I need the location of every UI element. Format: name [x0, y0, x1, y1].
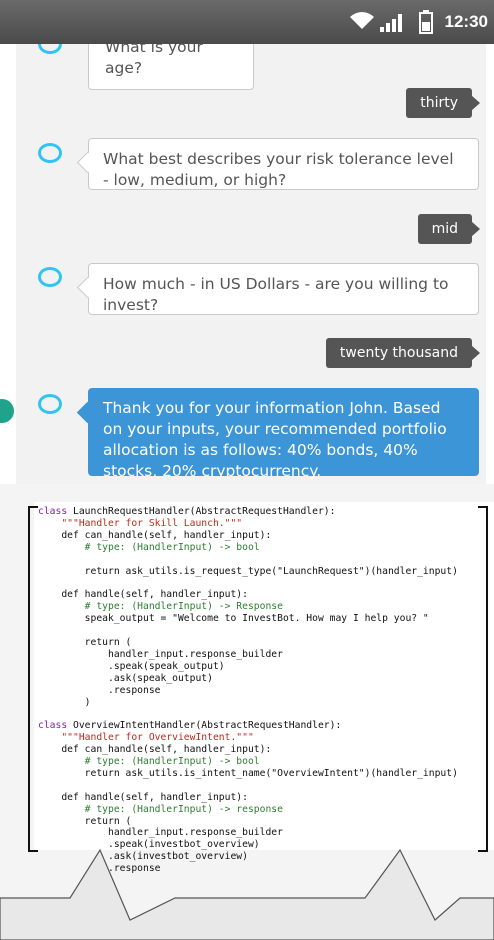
code-line: speak_output = "Welcome to InvestBot. Ho…: [38, 613, 429, 625]
left-bracket: [28, 506, 38, 852]
message-text: mid: [431, 221, 458, 237]
code-line: def handle(self, handler_input):: [38, 589, 248, 601]
code-line: # type: (HandlerInput) -> bool: [38, 541, 260, 553]
alexa-ring-icon: [38, 143, 62, 163]
code-line: handler_input.response_builder: [38, 648, 283, 660]
code-line: """Handler for Skill Launch.""": [38, 517, 243, 529]
code-line: class OverviewIntentHandler(AbstractRequ…: [38, 720, 342, 732]
alexa-message: What is your age?: [88, 44, 254, 90]
code-line: class LaunchRequestHandler(AbstractReque…: [38, 506, 336, 517]
alexa-ring-icon: [38, 44, 62, 54]
message-text: twenty thousand: [339, 345, 458, 361]
user-message: twenty thousand: [325, 338, 480, 368]
wifi-icon: [350, 12, 374, 29]
code-line: .response: [38, 684, 161, 696]
alexa-message-highlighted: Thank you for your information John. Bas…: [76, 388, 479, 480]
alexa-ring-icon: [38, 267, 62, 287]
code-line: .ask(speak_output): [38, 672, 213, 684]
clock-time: 12:30: [444, 12, 488, 31]
code-line: def can_handle(self, handler_input):: [38, 529, 272, 541]
alexa-message: What best describes your risk tolerance …: [76, 138, 479, 190]
code-line: """Handler for OverviewIntent.""": [38, 732, 254, 744]
code-panel: class LaunchRequestHandler(AbstractReque…: [34, 502, 494, 886]
message-text: What best describes your risk tolerance …: [103, 150, 454, 189]
signal-icon: [380, 14, 402, 32]
message-text: How much - in US Dollars - are you willi…: [103, 275, 449, 314]
conversation-view[interactable]: What is your age? thirty What best descr…: [0, 44, 494, 484]
message-text: Thank you for your information John. Bas…: [103, 399, 447, 480]
message-text: thirty: [420, 95, 458, 111]
code-line: def can_handle(self, handler_input):: [38, 744, 272, 756]
code-line: # type: (HandlerInput) -> bool: [38, 756, 260, 768]
status-bar: 12:30: [0, 0, 494, 44]
code-line: def handle(self, handler_input):: [38, 791, 248, 803]
code-line: ): [38, 696, 91, 708]
code-line: .speak(speak_output): [38, 660, 225, 672]
code-line: return (: [38, 636, 132, 648]
message-text: What is your age?: [105, 44, 203, 77]
code-line: # type: (HandlerInput) -> Response: [38, 601, 283, 613]
code-line: return ask_utils.is_request_type("Launch…: [38, 565, 458, 577]
battery-icon: [419, 10, 433, 34]
alexa-ring-icon: [38, 394, 62, 414]
code-line: return ask_utils.is_intent_name("Overvie…: [38, 767, 458, 779]
right-bracket: [478, 506, 488, 852]
torn-paper-edge: [0, 848, 494, 940]
code-line: # type: (HandlerInput) -> response: [38, 803, 283, 815]
user-message: mid: [417, 214, 480, 244]
user-message: thirty: [406, 88, 480, 118]
alexa-message: How much - in US Dollars - are you willi…: [76, 263, 479, 315]
